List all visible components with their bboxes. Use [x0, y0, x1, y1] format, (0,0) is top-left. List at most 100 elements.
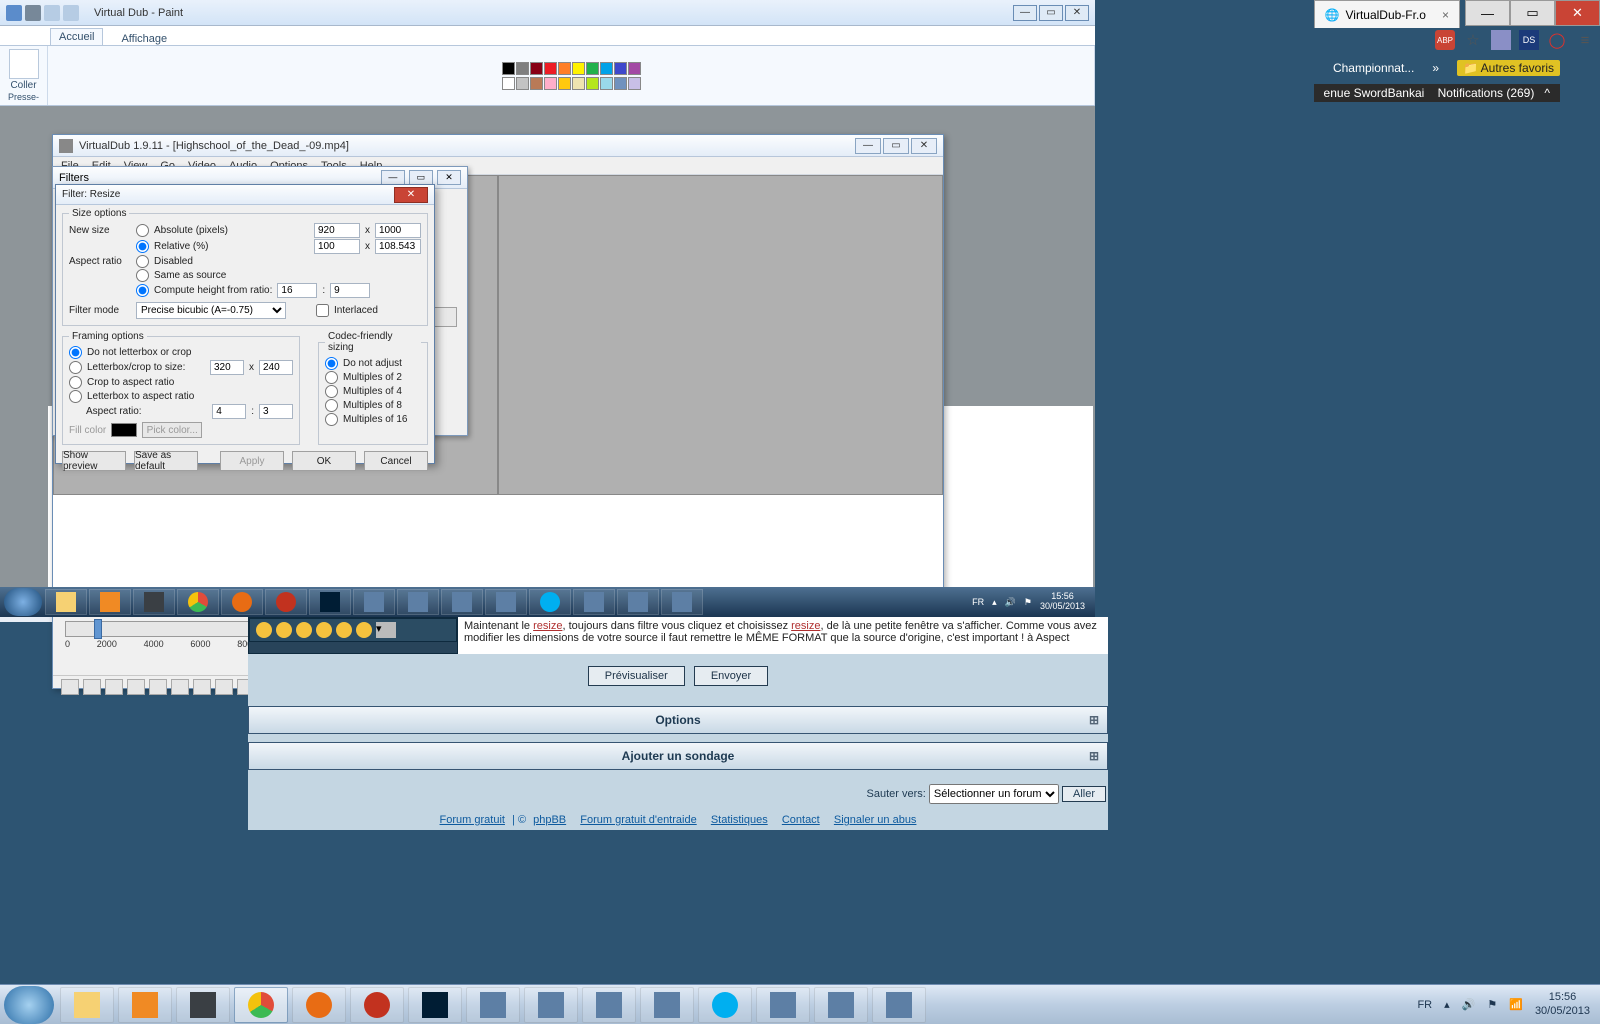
ar-b-input[interactable] [259, 404, 293, 419]
message-text[interactable]: Maintenant le resize, toujours dans filt… [458, 617, 1108, 654]
vd-close-button[interactable]: ✕ [911, 138, 937, 154]
task-app7[interactable] [661, 589, 703, 615]
cancel-button[interactable]: Cancel [364, 451, 428, 471]
task-ps[interactable] [309, 589, 351, 615]
task-msn[interactable] [441, 589, 483, 615]
task-app2[interactable] [265, 589, 307, 615]
emoji-row[interactable]: ▾ [249, 618, 457, 642]
plus-icon[interactable]: ⊞ [1089, 749, 1099, 763]
volume-icon[interactable]: 🔊 [1005, 597, 1016, 608]
filters-close[interactable]: ✕ [437, 170, 461, 185]
clock[interactable]: 15:5630/05/2013 [1040, 592, 1085, 612]
foot-link[interactable]: phpBB [533, 814, 566, 826]
paint-max-button[interactable]: ▭ [1039, 5, 1063, 21]
paint-close-button[interactable]: ✕ [1065, 5, 1089, 21]
lb-w-input[interactable] [210, 360, 244, 375]
options-panel[interactable]: Options⊞ [248, 706, 1108, 734]
bookmark-overflow[interactable]: » [1432, 61, 1439, 75]
save-default-button[interactable]: Save as default [134, 451, 198, 471]
task-app1[interactable] [221, 589, 263, 615]
poll-panel[interactable]: Ajouter un sondage⊞ [248, 742, 1108, 770]
start-button[interactable] [4, 986, 54, 1024]
lb-h-input[interactable] [259, 360, 293, 375]
tab-affichage[interactable]: Affichage [121, 33, 167, 45]
lang-indicator[interactable]: FR [1417, 999, 1432, 1011]
bookmark-item[interactable]: Championnat... [1333, 61, 1414, 75]
ds-icon[interactable]: DS [1519, 30, 1539, 50]
paste-button[interactable] [9, 49, 39, 79]
m8[interactable] [325, 399, 338, 412]
tb-key-prev[interactable] [215, 679, 233, 695]
opera-icon[interactable]: ◯ [1547, 30, 1567, 50]
absolute-radio[interactable] [136, 224, 149, 237]
forum-select[interactable]: Sélectionner un forum [929, 784, 1059, 804]
tb-end[interactable] [193, 679, 211, 695]
paint-canvas[interactable]: VirtualDub 1.9.11 - [Highschool_of_the_D… [0, 106, 1095, 600]
task-wmp[interactable] [118, 987, 172, 1023]
foot-link[interactable]: Contact [782, 814, 820, 826]
relative-radio[interactable] [136, 240, 149, 253]
task-paint[interactable] [814, 987, 868, 1023]
interlaced-checkbox[interactable] [316, 304, 329, 317]
abs-height-input[interactable] [375, 223, 421, 238]
star-icon[interactable]: ☆ [1463, 30, 1483, 50]
vd-min-button[interactable]: — [855, 138, 881, 154]
bookmark-folder[interactable]: 📁 Autres favoris [1457, 60, 1560, 76]
filters-min[interactable]: — [381, 170, 405, 185]
m2[interactable] [325, 371, 338, 384]
task-app5[interactable] [485, 589, 527, 615]
close-button[interactable]: ✕ [1555, 0, 1600, 26]
foot-link[interactable]: Forum gratuit [440, 814, 505, 826]
flag-icon[interactable]: ⚑ [1024, 597, 1032, 608]
task-app6[interactable] [573, 589, 615, 615]
m16[interactable] [325, 413, 338, 426]
task-app5[interactable] [640, 987, 694, 1023]
volume-icon[interactable]: 🔊 [1462, 998, 1476, 1011]
task-app3[interactable] [466, 987, 520, 1023]
browser-tab[interactable]: 🌐 VirtualDub-Fr.o × [1314, 0, 1460, 28]
tb-play-in[interactable] [83, 679, 101, 695]
foot-link[interactable]: Statistiques [711, 814, 768, 826]
close-tab-icon[interactable]: × [1442, 8, 1449, 22]
abs-width-input[interactable] [314, 223, 360, 238]
task-app6[interactable] [756, 987, 810, 1023]
lb-ar-radio[interactable] [69, 390, 82, 403]
preview-button[interactable]: Prévisualiser [588, 666, 685, 686]
vd-max-button[interactable]: ▭ [883, 138, 909, 154]
go-button[interactable]: Aller [1062, 786, 1106, 802]
rel-width-input[interactable] [314, 239, 360, 254]
maximize-button[interactable]: ▭ [1510, 0, 1555, 26]
compute-radio[interactable] [136, 284, 149, 297]
resize-close-button[interactable]: ✕ [394, 187, 428, 203]
task-app4[interactable] [524, 987, 578, 1023]
tb-start[interactable] [127, 679, 145, 695]
plus-icon[interactable]: ⊞ [1089, 713, 1099, 727]
ok-button[interactable]: OK [292, 451, 356, 471]
m4[interactable] [325, 385, 338, 398]
timeline-thumb[interactable] [94, 619, 102, 639]
start-button[interactable] [4, 588, 42, 616]
task-app1[interactable] [292, 987, 346, 1023]
task-wmp[interactable] [89, 589, 131, 615]
show-preview-button[interactable]: Show preview [62, 451, 126, 471]
apply-button[interactable]: Apply [220, 451, 284, 471]
tab-accueil[interactable]: Accueil [50, 28, 103, 45]
task-msn[interactable] [582, 987, 636, 1023]
minimize-button[interactable]: — [1465, 0, 1510, 26]
task-steam[interactable] [133, 589, 175, 615]
tb-next[interactable] [171, 679, 189, 695]
task-skype[interactable] [529, 589, 571, 615]
tb-prev[interactable] [149, 679, 167, 695]
ratio-b-input[interactable] [330, 283, 370, 298]
menu-icon[interactable]: ≡ [1575, 30, 1595, 50]
task-chrome[interactable] [234, 987, 288, 1023]
ext-icon[interactable] [1491, 30, 1511, 50]
task-chrome[interactable] [177, 589, 219, 615]
ratio-a-input[interactable] [277, 283, 317, 298]
disabled-radio[interactable] [136, 255, 149, 268]
lb-size-radio[interactable] [69, 361, 82, 374]
tb-stop[interactable] [61, 679, 79, 695]
filter-mode-select[interactable]: Precise bicubic (A=-0.75) [136, 302, 286, 319]
crop-ar-radio[interactable] [69, 376, 82, 389]
foot-link[interactable]: Signaler un abus [834, 814, 917, 826]
